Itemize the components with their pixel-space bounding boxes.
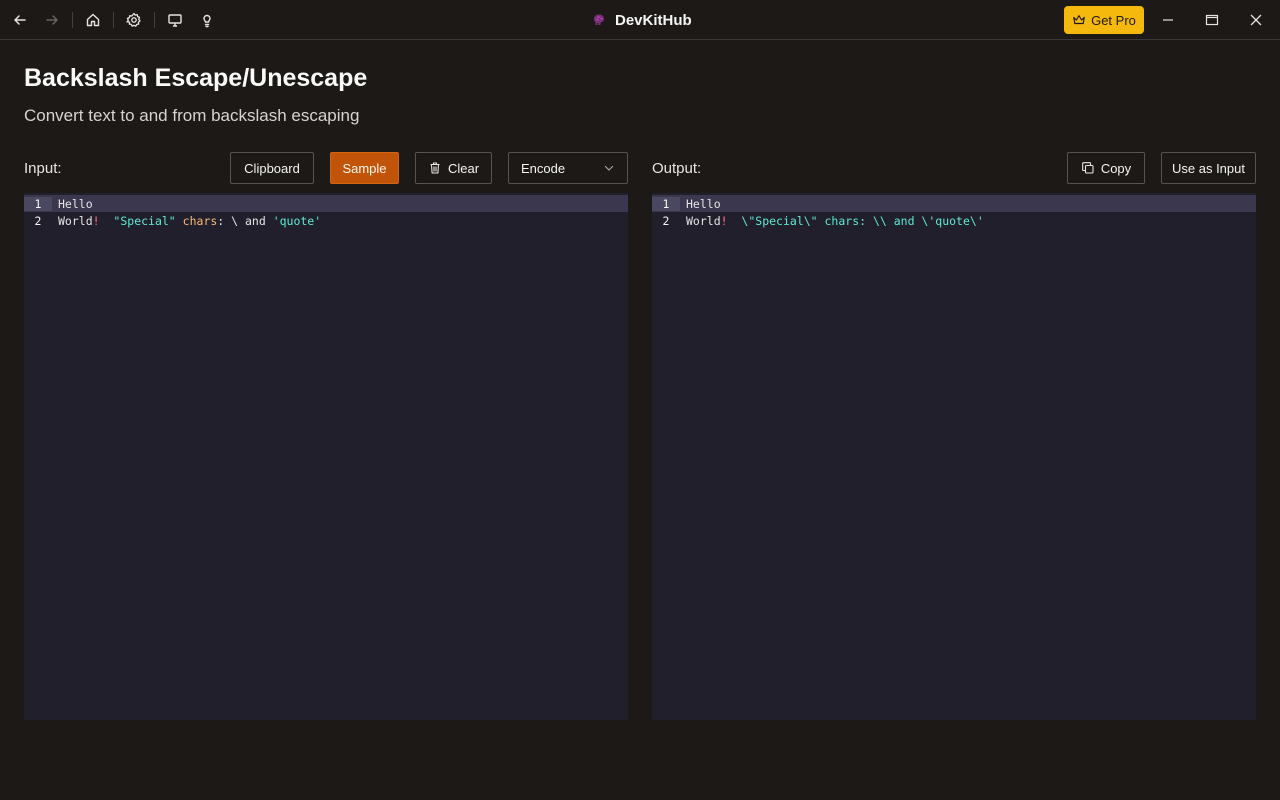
- mode-select-value: Encode: [521, 160, 566, 176]
- line-code: Hello: [58, 197, 93, 211]
- code-token: !: [720, 213, 728, 228]
- maximize-icon: [1205, 14, 1219, 26]
- forward-button[interactable]: [40, 8, 64, 32]
- line-code: Hello: [686, 197, 721, 211]
- copy-button[interactable]: Copy: [1067, 152, 1145, 184]
- output-label: Output:: [652, 160, 702, 177]
- home-icon: [86, 13, 100, 27]
- code-token: 'quote': [272, 213, 322, 228]
- app-title: DevKitHub: [591, 10, 692, 30]
- gear-icon: [126, 12, 141, 27]
- code-token: !: [92, 213, 100, 228]
- code-token: Hello: [686, 196, 721, 211]
- line-code: World! "Special" chars: \ and 'quote': [58, 214, 321, 228]
- use-as-input-button[interactable]: Use as Input: [1161, 152, 1256, 184]
- arrow-right-icon: [46, 15, 58, 25]
- clear-button-label: Clear: [447, 160, 480, 176]
- editor-line: 1 Hello: [652, 195, 1256, 212]
- divider: [154, 12, 155, 28]
- code-token: World: [58, 213, 93, 228]
- page-title: Backslash Escape/Unescape: [24, 64, 368, 92]
- brain-logo-icon: [594, 14, 604, 25]
- arrow-left-icon: [14, 15, 26, 25]
- divider: [72, 12, 73, 28]
- line-number: 1: [652, 196, 680, 211]
- line-number: 2: [662, 213, 670, 228]
- editor-line: 2 World! "Special" chars: \ and 'quote': [24, 212, 628, 229]
- minimize-icon: [1163, 19, 1173, 21]
- line-number: 1: [24, 196, 52, 211]
- close-icon: [1250, 14, 1262, 26]
- code-token: "Special": [113, 213, 176, 228]
- page-subtitle: Convert text to and from backslash escap…: [24, 106, 360, 125]
- use-as-input-label: Use as Input: [1172, 160, 1245, 176]
- input-label: Input:: [24, 160, 62, 177]
- settings-button[interactable]: [122, 8, 146, 32]
- code-token: : \ and: [217, 213, 273, 228]
- clipboard-button[interactable]: Clipboard: [230, 152, 314, 184]
- home-button[interactable]: [81, 8, 105, 32]
- get-pro-button[interactable]: Get Pro: [1064, 6, 1144, 34]
- display-button[interactable]: [163, 8, 187, 32]
- code-token: chars: [182, 213, 218, 228]
- clipboard-button-label: Clipboard: [244, 160, 300, 176]
- trash-icon: [430, 162, 440, 174]
- copy-icon: [1081, 162, 1094, 174]
- input-editor[interactable]: 1 Hello 2 World! "Special" chars: \ and 'qu…: [24, 193, 628, 720]
- back-button[interactable]: [8, 8, 32, 32]
- crown-icon: [1073, 15, 1085, 25]
- editor-line: 1 Hello: [24, 195, 628, 212]
- minimize-button[interactable]: [1156, 8, 1180, 32]
- maximize-button[interactable]: [1200, 8, 1224, 32]
- divider: [113, 12, 114, 28]
- code-token: World: [686, 213, 721, 228]
- clear-button[interactable]: Clear: [415, 152, 492, 184]
- monitor-icon: [168, 14, 182, 27]
- line-number: 2: [34, 213, 42, 228]
- lightbulb-icon: [203, 14, 211, 28]
- code-token: Hello: [58, 196, 93, 211]
- chevron-down-icon: [604, 165, 614, 171]
- code-token: \"Special\" chars: \\ and \'quote\': [741, 213, 984, 228]
- editor-line: 2 World! \"Special\" chars: \\ and \'quot…: [652, 212, 1256, 229]
- sample-button-label: Sample: [342, 160, 387, 176]
- close-button[interactable]: [1244, 8, 1268, 32]
- title-bar: DevKitHub Get Pro: [0, 0, 1280, 40]
- app-name: DevKitHub: [615, 11, 692, 29]
- output-editor[interactable]: 1 Hello 2 World! \"Special\" chars: \\ and …: [652, 193, 1256, 720]
- tips-button[interactable]: [195, 8, 219, 32]
- get-pro-label: Get Pro: [1091, 12, 1136, 28]
- line-code: World! \"Special\" chars: \\ and \'quote…: [686, 214, 984, 228]
- mode-select[interactable]: Encode: [508, 152, 628, 184]
- sample-button[interactable]: Sample: [330, 152, 399, 184]
- copy-button-label: Copy: [1100, 160, 1132, 176]
